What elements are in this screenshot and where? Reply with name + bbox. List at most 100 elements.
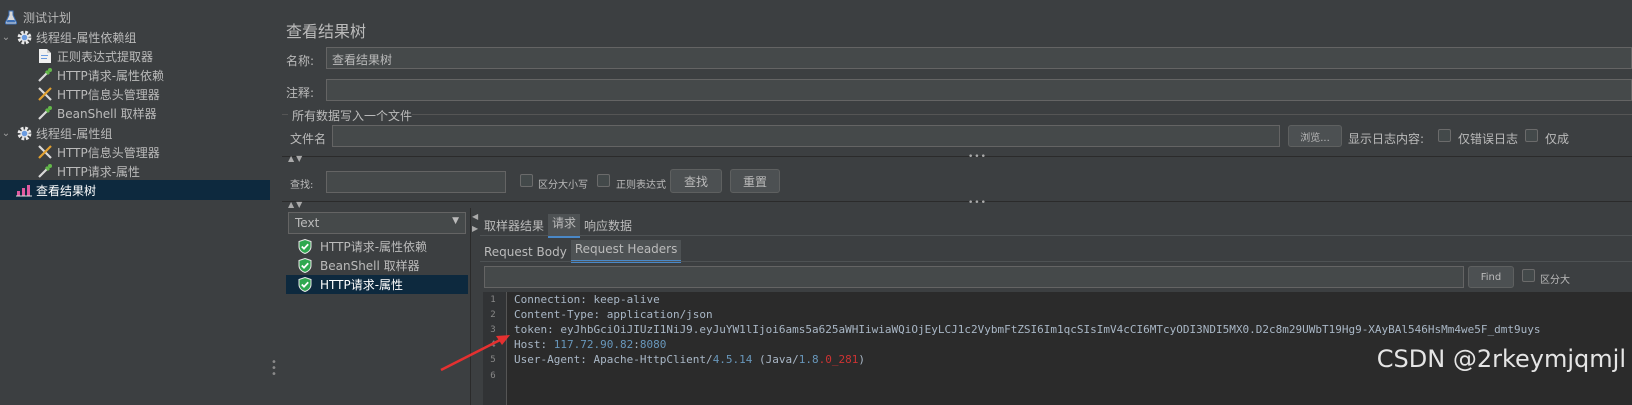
- collapse-arrows-icon[interactable]: ▲▼: [288, 200, 304, 209]
- case-sensitive-label: 区分大小写: [538, 180, 588, 191]
- divider: [480, 235, 1632, 236]
- regex-label: 正则表达式: [616, 180, 666, 191]
- host-port: 8080: [639, 338, 667, 351]
- code-key: Host:: [514, 338, 554, 351]
- tree-item-view-results-tree[interactable]: 查看结果树: [0, 180, 278, 200]
- tree-item-header-manager-2[interactable]: HTTP信息头管理器: [0, 142, 278, 162]
- name-input[interactable]: 查看结果树: [326, 47, 1632, 69]
- result-item-label: HTTP请求-属性依赖: [320, 240, 428, 254]
- success-shield-icon: [298, 258, 312, 273]
- search-input[interactable]: [326, 171, 506, 193]
- tab-request-body[interactable]: Request Body: [480, 243, 571, 263]
- splitter-grip-icon[interactable]: •••: [968, 198, 987, 208]
- splitter-arrow-right-icon[interactable]: ▶: [472, 224, 478, 233]
- red-arrow-annotation: [440, 335, 510, 372]
- result-item[interactable]: HTTP请求-属性依赖: [286, 237, 468, 256]
- document-icon: [36, 48, 54, 64]
- client-version: 4.5.14: [712, 353, 753, 366]
- line-number: 2: [490, 310, 496, 320]
- result-item-selected[interactable]: HTTP请求-属性: [286, 275, 468, 294]
- comment-label: 注释:: [286, 86, 315, 100]
- code-line: Connection: keep-alive: [514, 293, 660, 306]
- tree-item-beanshell-sampler[interactable]: BeanShell 取样器: [0, 103, 278, 123]
- tree-item-label: HTTP信息头管理器: [57, 145, 160, 160]
- errors-only-label: 仅错误日志: [1458, 132, 1519, 146]
- tree-item-thread-group[interactable]: ⌄ 线程组-属性组: [0, 123, 278, 143]
- renderer-select-value: Text: [295, 216, 320, 230]
- wrench-icon: [36, 86, 54, 102]
- code-line-host: Host: 117.72.90.82:8080: [514, 338, 666, 351]
- chevron-down-icon[interactable]: ⌄: [0, 32, 12, 43]
- gear-icon: [15, 29, 33, 45]
- filename-label: 文件名: [290, 132, 327, 146]
- splitter-arrow-left-icon[interactable]: ◀: [472, 212, 478, 221]
- result-item[interactable]: BeanShell 取样器: [286, 256, 468, 275]
- watermark: CSDN @2rkeymjqmjl: [1376, 345, 1626, 373]
- find-button[interactable]: 查找: [670, 169, 722, 193]
- host-ip: 117.72.90.82: [553, 338, 634, 351]
- success-only-checkbox[interactable]: [1525, 129, 1538, 142]
- code-line-user-agent: User-Agent: Apache-HttpClient/4.5.14 (Ja…: [514, 353, 865, 366]
- code-key: User-Agent: Apache-HttpClient/: [514, 353, 713, 366]
- success-shield-icon: [298, 239, 312, 254]
- tab-request-headers[interactable]: Request Headers: [570, 240, 682, 263]
- code-text: ): [858, 353, 866, 366]
- text-find-button[interactable]: Find: [1468, 266, 1514, 288]
- code-line: Content-Type: application/json: [514, 308, 713, 321]
- chevron-down-icon[interactable]: ⌄: [0, 128, 12, 139]
- divider: [480, 261, 1632, 262]
- group-border: [412, 114, 1632, 115]
- pipette-icon: [36, 163, 54, 179]
- pipette-icon: [36, 105, 54, 121]
- tree-item-label: HTTP请求-属性: [57, 164, 141, 179]
- divider: [282, 201, 1632, 202]
- tree-item-label: 线程组-属性依赖组: [36, 30, 137, 45]
- tree-item-http-request-dependent[interactable]: HTTP请求-属性依赖: [0, 65, 278, 85]
- filename-input[interactable]: [332, 125, 1280, 147]
- tree-item-test-plan[interactable]: 测试计划: [0, 7, 278, 27]
- name-label: 名称:: [286, 54, 315, 68]
- pipette-icon: [36, 67, 54, 83]
- log-content-label: 显示日志内容:: [1348, 132, 1425, 146]
- divider: [282, 156, 1632, 157]
- result-item-label: HTTP请求-属性: [320, 278, 404, 292]
- regex-checkbox[interactable]: [597, 174, 610, 187]
- browse-button[interactable]: 浏览...: [1288, 125, 1342, 147]
- success-shield-icon: [298, 277, 312, 292]
- text-case-checkbox[interactable]: [1522, 269, 1535, 282]
- text-case-label: 区分大: [1540, 275, 1570, 286]
- code-line-token: token: eyJhbGciOiJIUzI1NiJ9.eyJuYW1lIjoi…: [514, 323, 1541, 336]
- tree-item-http-request[interactable]: HTTP请求-属性: [0, 161, 278, 181]
- reset-button[interactable]: 重置: [730, 169, 780, 193]
- tree-item-label: HTTP信息头管理器: [57, 87, 160, 102]
- tree-item-thread-group-dependent[interactable]: ⌄ 线程组-属性依赖组: [0, 27, 278, 47]
- line-number: 1: [490, 295, 496, 305]
- gear-icon: [15, 125, 33, 141]
- page-title: 查看结果树: [286, 22, 367, 41]
- result-item-label: BeanShell 取样器: [320, 259, 420, 273]
- tree-item-regex-extractor[interactable]: 正则表达式提取器: [0, 46, 278, 66]
- results-splitter[interactable]: [470, 208, 471, 405]
- tree-item-label: 线程组-属性组: [36, 126, 113, 141]
- collapse-arrows-icon[interactable]: ▲▼: [288, 154, 304, 163]
- success-only-label: 仅成: [1545, 132, 1570, 146]
- tree-item-label: BeanShell 取样器: [57, 106, 157, 121]
- group-border: [282, 114, 288, 115]
- wrench-icon: [36, 144, 54, 160]
- case-sensitive-checkbox[interactable]: [520, 174, 533, 187]
- comment-input[interactable]: [326, 79, 1632, 101]
- jmeter-window: 测试计划 ⌄ 线程组-属性依赖组 正则表达式提取器 HTTP请求-属性依赖 HT…: [0, 0, 1632, 405]
- splitter-grip-icon[interactable]: •••: [968, 152, 987, 162]
- tree-item-label: 正则表达式提取器: [57, 49, 154, 64]
- splitter-grip-icon: • • •: [271, 357, 277, 380]
- errors-only-checkbox[interactable]: [1438, 129, 1451, 142]
- tree-item-header-manager-1[interactable]: HTTP信息头管理器: [0, 84, 278, 104]
- text-find-input[interactable]: [484, 266, 1464, 288]
- request-subtabs: Request Body Request Headers: [480, 240, 682, 263]
- java-version: 1.8: [798, 353, 819, 366]
- java-build: .0_281: [818, 353, 859, 366]
- vertical-splitter[interactable]: • • •: [270, 0, 278, 405]
- renderer-select[interactable]: Text ▼: [288, 212, 466, 234]
- test-plan-tree: 测试计划 ⌄ 线程组-属性依赖组 正则表达式提取器 HTTP请求-属性依赖 HT…: [0, 0, 278, 405]
- tree-item-label: 测试计划: [23, 10, 72, 25]
